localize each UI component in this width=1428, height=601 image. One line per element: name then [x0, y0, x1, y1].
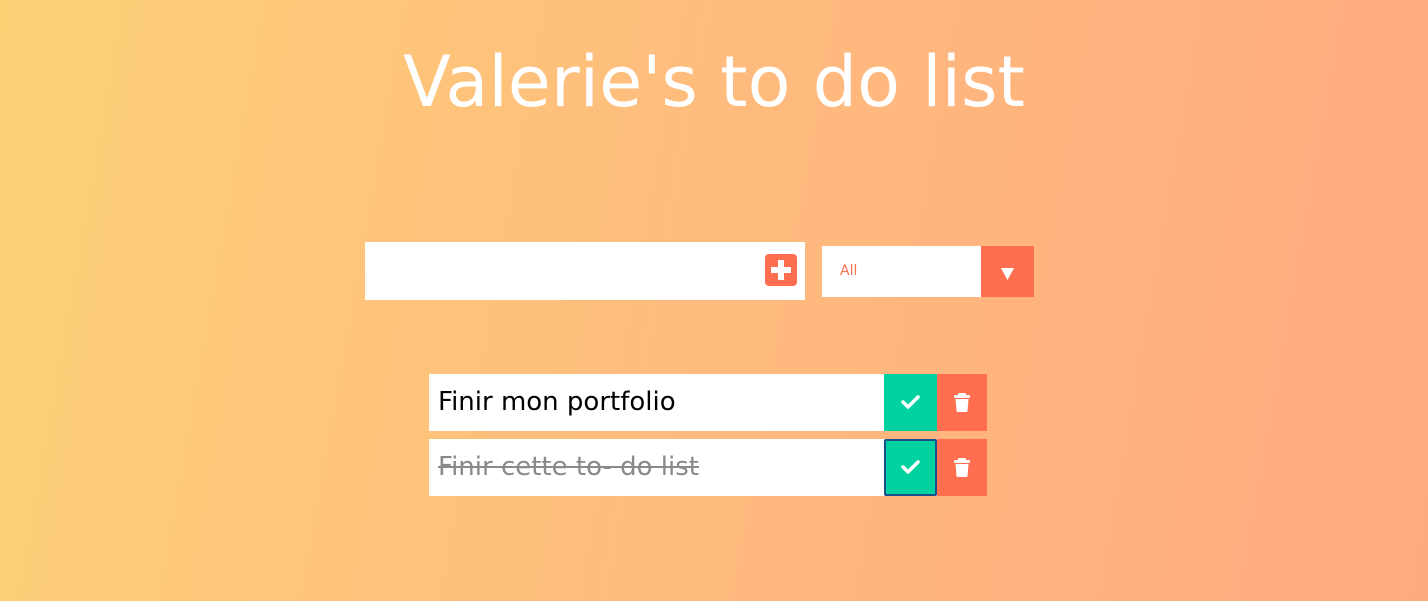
check-icon — [901, 460, 920, 474]
delete-button[interactable] — [937, 439, 987, 496]
todo-text: Finir mon portfolio — [438, 387, 676, 417]
add-todo-form — [365, 242, 805, 300]
trash-icon — [954, 458, 970, 477]
todo-input[interactable] — [365, 242, 755, 300]
filter-select[interactable]: All — [822, 246, 1034, 297]
todo-text: Finir cette to- do list — [438, 452, 699, 482]
todo-item: Finir mon portfolio — [429, 374, 987, 431]
triangle-down-icon — [1001, 268, 1014, 280]
add-todo-button[interactable] — [765, 254, 797, 286]
check-icon — [901, 395, 920, 409]
filter-dropdown-button[interactable] — [981, 246, 1034, 297]
complete-button[interactable] — [884, 439, 937, 496]
filter-selected-value: All — [840, 263, 858, 279]
todo-item-completed: Finir cette to- do list — [429, 439, 987, 496]
complete-button[interactable] — [884, 374, 937, 431]
plus-square-icon — [771, 260, 791, 280]
trash-icon — [954, 393, 970, 412]
delete-button[interactable] — [937, 374, 987, 431]
page-title: Valerie's to do list — [403, 41, 1025, 123]
